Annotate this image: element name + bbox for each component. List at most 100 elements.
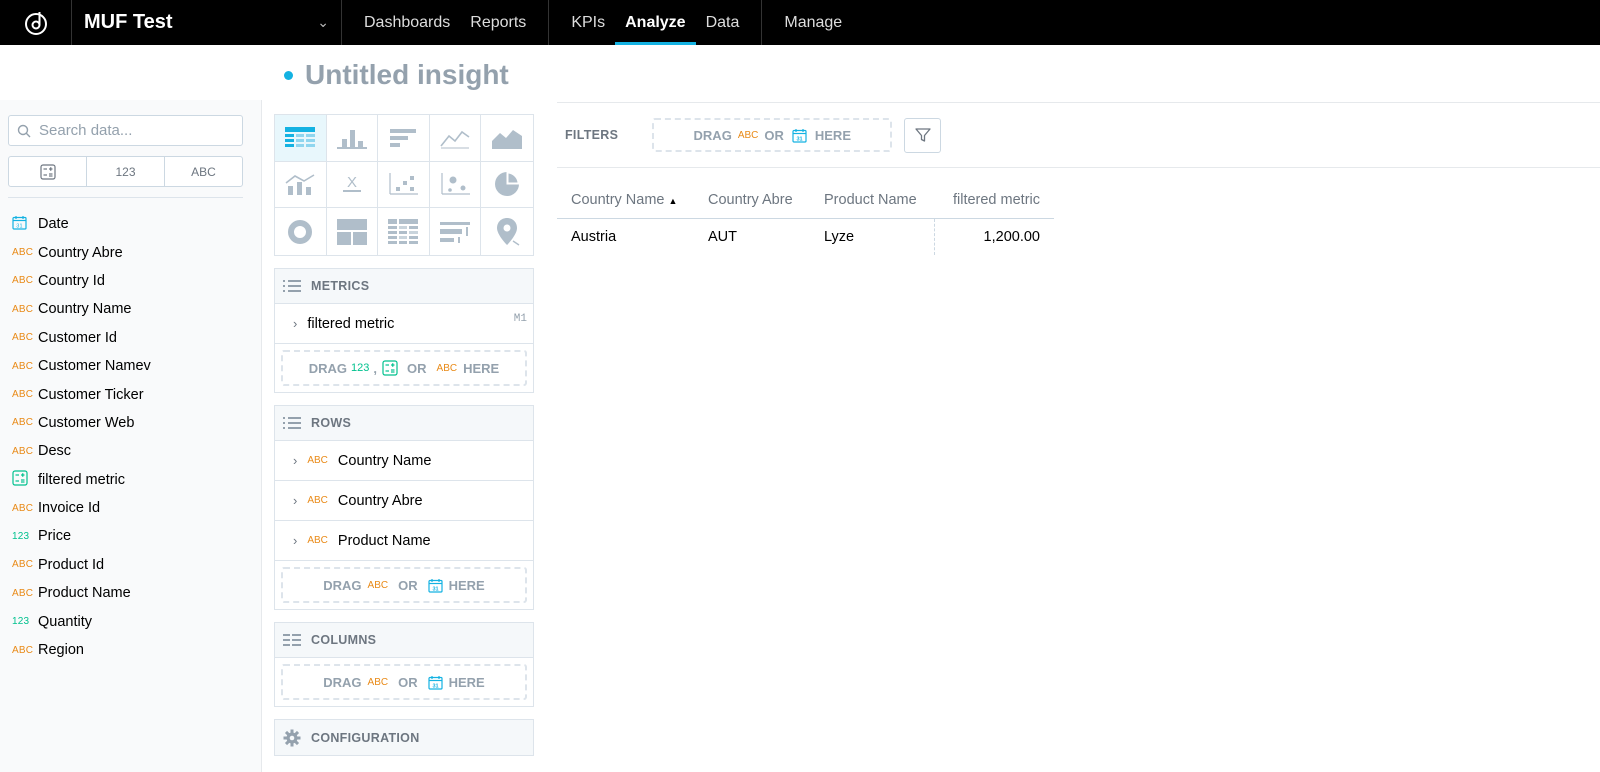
viz-treemap[interactable] [327, 208, 379, 255]
nav-analyze[interactable]: Analyze [615, 0, 697, 45]
drop-or: OR [398, 577, 418, 593]
catalog-item[interactable]: 123 Quantity [12, 607, 151, 635]
drop-or: OR [407, 360, 427, 376]
drop-or: OR [398, 674, 418, 690]
catalog-item[interactable]: ABC Customer Web [12, 409, 151, 437]
filters-drop-zone[interactable]: DRAG ABC OR 31 HERE [652, 118, 893, 152]
bucket-item-attribute[interactable]: › ABC Country Name [275, 441, 533, 481]
gear-icon [283, 729, 301, 746]
measure-value-filter-button[interactable] [904, 117, 942, 153]
viz-geo[interactable] [481, 208, 533, 255]
number-type-icon: 123 [12, 530, 30, 542]
catalog-item[interactable]: ABC Product Name [12, 579, 151, 607]
viz-column[interactable] [326, 115, 379, 162]
catalog-item-label: Country Abre [38, 244, 123, 261]
nav-dashboards[interactable]: Dashboards [354, 0, 460, 45]
viz-combo[interactable] [275, 161, 327, 209]
column-header[interactable]: Country Name ▲ [557, 192, 694, 208]
type-filter-attributes[interactable]: ABC [165, 157, 242, 186]
calendar-icon: 31 [428, 675, 443, 690]
table-cell: Lyze [824, 229, 855, 245]
map-pin-icon [497, 217, 520, 246]
bucket-metrics: METRICS › filtered metric M1 DRAG 123 , … [274, 268, 534, 393]
drop-here: HERE [448, 577, 485, 593]
bucket-item-attribute[interactable]: › ABC Product Name [275, 521, 533, 561]
heatmap-icon [388, 218, 419, 244]
catalog-list: 31 Date ABC Country Abre ABC Country Id ABC Cou… [12, 210, 151, 664]
metric-tag: M1 [513, 313, 527, 325]
catalog-item[interactable]: filtered metric [12, 466, 151, 494]
catalog-item-label: Date [38, 216, 69, 233]
viz-donut[interactable] [275, 208, 327, 255]
bucket-item-attribute[interactable]: › ABC Country Abre [275, 481, 533, 521]
workspace-picker[interactable]: MUF Test ⌄ [72, 0, 342, 45]
viz-headline[interactable]: X [326, 161, 379, 209]
nav-reports[interactable]: Reports [460, 0, 536, 45]
search-input[interactable] [39, 122, 229, 139]
catalog-search[interactable] [8, 115, 243, 146]
chevron-right-icon[interactable]: › [293, 316, 297, 331]
catalog-item[interactable]: 123 Price [12, 522, 151, 550]
line-chart-icon [440, 130, 470, 149]
catalog-item-label: Quantity [38, 613, 92, 630]
calendar-icon: 31 [792, 128, 807, 143]
catalog-item-label: Country Name [38, 301, 132, 318]
metrics-drop-zone[interactable]: DRAG 123 , OR ABC HERE [281, 350, 527, 386]
catalog-item[interactable]: ABC Product Id [12, 551, 151, 579]
catalog-item[interactable]: ABC Customer Id [12, 324, 151, 352]
columns-drop-zone[interactable]: DRAG ABC OR 31 HERE [281, 664, 527, 700]
viz-pie[interactable] [481, 162, 533, 209]
catalog-divider [8, 197, 243, 198]
catalog-item[interactable]: ABC Customer Ticker [12, 380, 151, 408]
nav-kpis[interactable]: KPIs [561, 0, 615, 45]
app-logo[interactable] [0, 0, 72, 45]
type-filter-group: 123 ABC [8, 156, 243, 187]
catalog-item[interactable]: ABC Country Abre [12, 238, 151, 266]
rows-drop-zone[interactable]: DRAG ABC OR 31 HERE [281, 567, 527, 603]
bucket-title: ROWS [311, 416, 352, 430]
drop-here: HERE [448, 674, 485, 690]
nav-data[interactable]: Data [696, 0, 750, 45]
insight-title[interactable]: Untitled insight [305, 59, 509, 91]
catalog-item-label: Customer Ticker [38, 386, 144, 403]
viz-bullet[interactable] [430, 208, 482, 255]
bucket-item-label: filtered metric [307, 315, 395, 332]
chevron-right-icon[interactable]: › [293, 533, 297, 548]
catalog-item[interactable]: ABC Country Id [12, 267, 151, 295]
catalog-item-label: Region [38, 642, 84, 659]
chevron-right-icon[interactable]: › [293, 493, 297, 508]
catalog-item[interactable]: 31 Date [12, 210, 151, 238]
chevron-right-icon[interactable]: › [293, 453, 297, 468]
type-filter-metrics[interactable] [9, 157, 87, 186]
viz-line[interactable] [429, 115, 482, 162]
viz-bubble[interactable] [429, 161, 482, 209]
viz-heatmap[interactable] [378, 208, 430, 255]
viz-area[interactable] [481, 115, 533, 162]
catalog-item[interactable]: ABC Customer Namev [12, 352, 151, 380]
nav-manage[interactable]: Manage [774, 0, 852, 45]
catalog-item[interactable]: ABC Country Name [12, 295, 151, 323]
type-filter-numbers[interactable]: 123 [87, 157, 165, 186]
catalog-item[interactable]: ABC Desc [12, 437, 151, 465]
catalog-item[interactable]: ABC Invoice Id [12, 494, 151, 522]
column-header[interactable]: Country Abre [694, 192, 810, 208]
attribute-type-icon: ABC [436, 362, 458, 374]
attribute-type-icon: ABC [367, 676, 389, 688]
viz-scatter[interactable] [378, 161, 430, 209]
attribute-type-icon: ABC [737, 129, 759, 141]
catalog-item-label: Country Id [38, 272, 105, 289]
drop-text: DRAG [308, 360, 348, 376]
viz-bar[interactable] [378, 115, 430, 162]
column-header[interactable]: filtered metric [934, 192, 1054, 208]
bullet-chart-icon [440, 221, 471, 243]
catalog-item[interactable]: ABC Region [12, 636, 151, 664]
column-header[interactable]: Product Name [810, 192, 934, 208]
table-header-row: Country Name ▲ Country Abre Product Name … [557, 182, 1054, 219]
bucket-rows: ROWS › ABC Country Name › ABC Country Ab… [274, 405, 534, 610]
bucket-item-metric[interactable]: › filtered metric M1 [275, 304, 533, 344]
attribute-type-icon: ABC [12, 275, 34, 287]
column-header-label: Country Name [571, 192, 665, 208]
viz-table[interactable] [275, 115, 327, 162]
table-row: Austria AUT Lyze 1,200.00 [557, 219, 1054, 255]
configuration-section[interactable]: CONFIGURATION [274, 719, 534, 756]
